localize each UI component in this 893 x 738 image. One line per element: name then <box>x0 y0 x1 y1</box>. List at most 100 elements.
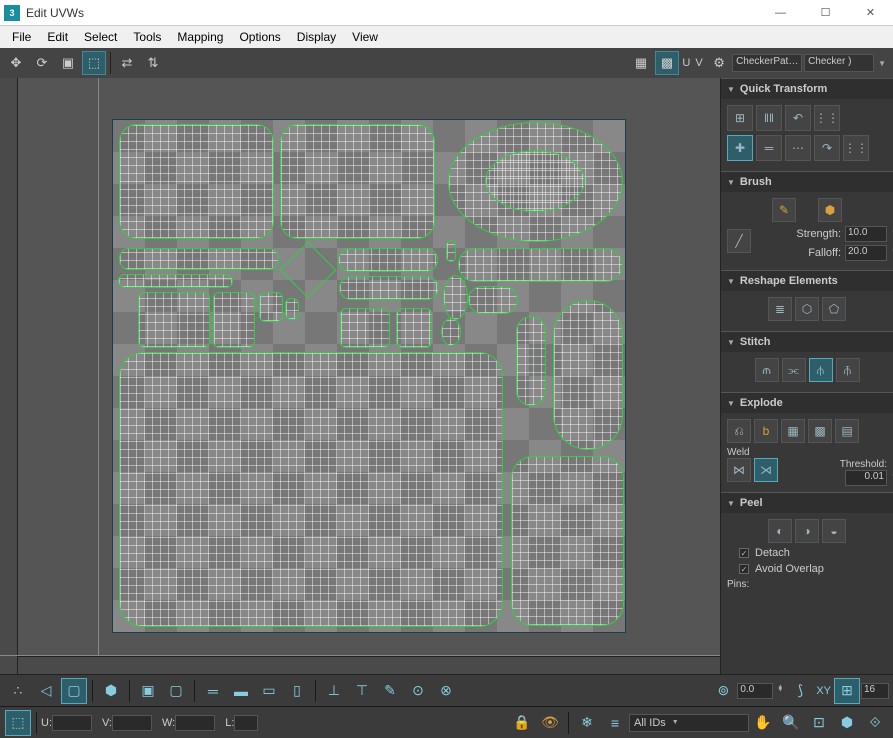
minimize-button[interactable]: — <box>758 0 803 26</box>
rotate-ccw-icon[interactable]: ↶ <box>785 105 811 131</box>
element-mode-icon[interactable]: ⬢ <box>98 678 124 704</box>
stitch1-icon[interactable]: ⫙ <box>755 358 779 382</box>
stitch2-icon[interactable]: ⫘ <box>782 358 806 382</box>
zoom-selected-icon[interactable]: ⟐ <box>862 710 888 736</box>
brush-shape-icon[interactable]: ╱ <box>727 229 751 253</box>
transform-type-icon[interactable]: ⬚ <box>5 710 31 736</box>
menu-options[interactable]: Options <box>231 27 288 47</box>
gridnum-spinner[interactable]: 16 <box>861 683 889 699</box>
break2-icon[interactable]: b <box>754 419 778 443</box>
curve-icon[interactable]: ⟆ <box>787 678 813 704</box>
align-horiz-icon[interactable]: ═ <box>756 135 782 161</box>
align-vert-icon[interactable]: ‖‖ <box>756 105 782 131</box>
pixel-snap-icon[interactable]: ⊞ <box>834 678 860 704</box>
edge-mode-icon[interactable]: ◁ <box>33 678 59 704</box>
peel2-icon[interactable]: ◑ <box>795 519 819 543</box>
align-left-icon[interactable]: ⊞ <box>727 105 753 131</box>
zoom-icon[interactable]: 🔍 <box>778 710 804 736</box>
grow-icon[interactable]: ▣ <box>135 678 161 704</box>
map-combo-2[interactable]: Checker ) <box>804 54 874 72</box>
rollout-reshape[interactable]: Reshape Elements <box>721 270 893 291</box>
lasso2-icon[interactable]: ⊗ <box>433 678 459 704</box>
ids-combo[interactable]: All IDs <box>629 714 749 732</box>
weld1-icon[interactable]: ⋈ <box>727 458 751 482</box>
rollout-peel[interactable]: Peel <box>721 492 893 513</box>
menu-select[interactable]: Select <box>76 27 125 47</box>
weld2-icon[interactable]: ⋊ <box>754 458 778 482</box>
rollout-quick-transform[interactable]: Quick Transform <box>721 78 893 99</box>
filter-icon[interactable]: ≡ <box>602 710 628 736</box>
move-icon[interactable]: ✥ <box>4 51 28 75</box>
pack-icon[interactable]: ⬡ <box>795 297 819 321</box>
paint2-icon[interactable]: ⊤ <box>349 678 375 704</box>
menu-file[interactable]: File <box>4 27 39 47</box>
target-icon[interactable]: ⊚ <box>710 678 736 704</box>
close-button[interactable]: ✕ <box>848 0 893 26</box>
w-input[interactable] <box>175 715 215 731</box>
peel1-icon[interactable]: ◐ <box>768 519 792 543</box>
menu-tools[interactable]: Tools <box>125 27 169 47</box>
v-input[interactable] <box>112 715 152 731</box>
plus-icon[interactable]: ✚ <box>727 135 753 161</box>
eye-icon[interactable]: 👁 <box>537 710 563 736</box>
lasso-icon[interactable]: ⊙ <box>405 678 431 704</box>
peel3-icon[interactable]: ◒ <box>822 519 846 543</box>
avoid-checkbox[interactable]: ✓ <box>739 564 749 574</box>
rollout-brush[interactable]: Brush <box>721 171 893 192</box>
face-mode-icon[interactable]: ▢ <box>61 678 87 704</box>
loop2-icon[interactable]: ▬ <box>228 678 254 704</box>
paint1-icon[interactable]: ⊥ <box>321 678 347 704</box>
angle-spinner[interactable]: 0.0 <box>737 683 773 699</box>
stitch3-icon[interactable]: ⫛ <box>809 358 833 382</box>
lock-icon[interactable]: 🔒 <box>509 710 535 736</box>
u-input[interactable] <box>52 715 92 731</box>
brush-relax-icon[interactable]: ⬢ <box>818 198 842 222</box>
zoom-extents-icon[interactable]: ⬢ <box>834 710 860 736</box>
grid2-icon[interactable]: ⋮⋮ <box>843 135 869 161</box>
menu-view[interactable]: View <box>344 27 386 47</box>
snow-icon[interactable]: ❄ <box>574 710 600 736</box>
falloff-spinner[interactable]: 20.0 <box>845 245 887 261</box>
mirror-v-icon[interactable]: ⇅ <box>141 51 165 75</box>
detach-checkbox[interactable]: ✓ <box>739 548 749 558</box>
break-icon[interactable]: ⎌ <box>727 419 751 443</box>
stitch4-icon[interactable]: ⫚ <box>836 358 860 382</box>
mirror-icon[interactable]: ⇄ <box>115 51 139 75</box>
menu-edit[interactable]: Edit <box>39 27 76 47</box>
threshold-spinner[interactable]: 0.01 <box>845 470 887 486</box>
zoom-region-icon[interactable]: ⊡ <box>806 710 832 736</box>
brush-paint-icon[interactable]: ✎ <box>772 198 796 222</box>
rotate-icon[interactable]: ⟳ <box>30 51 54 75</box>
freeform-icon[interactable]: ⬚ <box>82 51 106 75</box>
menu-mapping[interactable]: Mapping <box>169 27 231 47</box>
shrink-icon[interactable]: ▢ <box>163 678 189 704</box>
uv-viewport[interactable] <box>0 78 720 674</box>
ring-icon[interactable]: ▯ <box>284 678 310 704</box>
pack2-icon[interactable]: ⬠ <box>822 297 846 321</box>
rollout-explode[interactable]: Explode <box>721 392 893 413</box>
grid-icon[interactable]: ⋮⋮ <box>814 105 840 131</box>
maximize-button[interactable]: ☐ <box>803 0 848 26</box>
gear-icon[interactable]: ⚙ <box>707 51 731 75</box>
uv-grid[interactable] <box>112 119 626 633</box>
vertex-mode-icon[interactable]: ∴ <box>5 678 31 704</box>
rotate-cw-icon[interactable]: ↷ <box>814 135 840 161</box>
checker-icon[interactable]: ▦ <box>629 51 653 75</box>
dots-icon[interactable]: ⋯ <box>785 135 811 161</box>
uv-toggle[interactable]: U V <box>681 51 705 75</box>
scale-icon[interactable]: ▣ <box>56 51 80 75</box>
strength-spinner[interactable]: 10.0 <box>845 226 887 242</box>
flatten1-icon[interactable]: ▦ <box>781 419 805 443</box>
showmap-icon[interactable]: ▩ <box>655 51 679 75</box>
flatten2-icon[interactable]: ▩ <box>808 419 832 443</box>
flatten3-icon[interactable]: ▤ <box>835 419 859 443</box>
loop1-icon[interactable]: ═ <box>200 678 226 704</box>
brush-icon[interactable]: ✎ <box>377 678 403 704</box>
pan-icon[interactable]: ✋ <box>750 710 776 736</box>
l-input[interactable] <box>234 715 258 731</box>
straighten-icon[interactable]: ≣ <box>768 297 792 321</box>
rollout-stitch[interactable]: Stitch <box>721 331 893 352</box>
loop3-icon[interactable]: ▭ <box>256 678 282 704</box>
menu-display[interactable]: Display <box>289 27 344 47</box>
map-combo-1[interactable]: CheckerPat… <box>732 54 802 72</box>
